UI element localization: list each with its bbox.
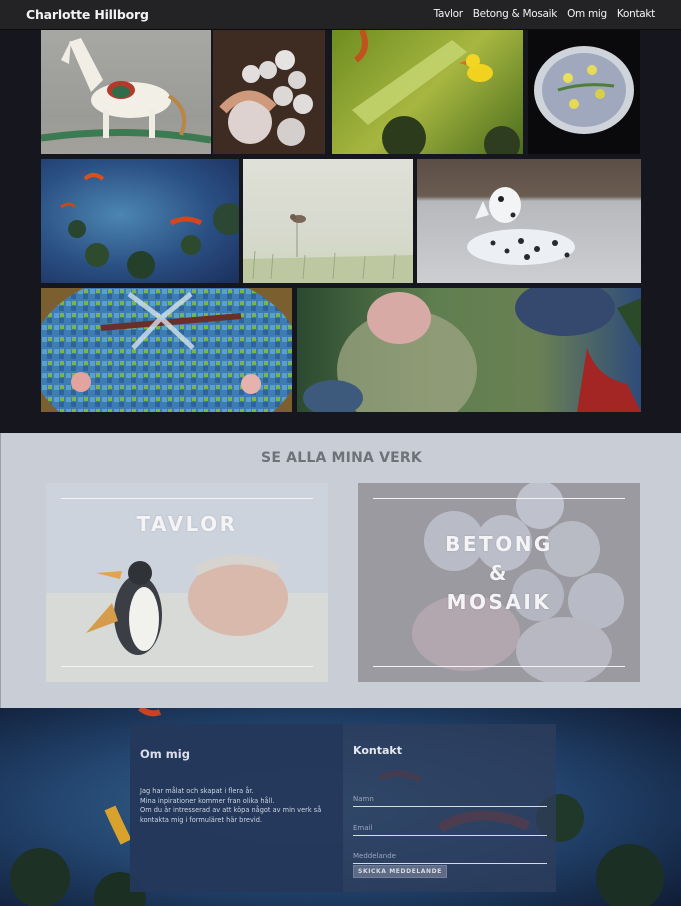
artwork-gallery	[0, 30, 681, 433]
contact-heading: Kontakt	[353, 744, 402, 757]
gallery-tile-lily-pad-duck[interactable]	[332, 30, 523, 154]
woman-pond-image	[303, 288, 641, 412]
top-navbar: Charlotte Hillborg Tavlor Betong & Mosai…	[0, 0, 681, 30]
nav-link-betong-mosaik[interactable]: Betong & Mosaik	[473, 8, 558, 20]
lily-pad-duck-image	[352, 30, 520, 154]
nav-link-kontakt[interactable]: Kontakt	[617, 8, 655, 20]
email-input[interactable]	[353, 821, 547, 836]
gallery-tile-koi-pond[interactable]	[41, 159, 239, 283]
works-heading: SE ALLA MINA VERK	[261, 450, 422, 466]
message-input[interactable]	[353, 849, 547, 864]
card-title-mosaik: MOSAIK	[446, 590, 552, 614]
card-title-betong: BETONG	[445, 532, 553, 556]
gallery-tile-meadow-bird[interactable]	[243, 159, 413, 283]
name-input[interactable]	[353, 792, 547, 807]
koi-pond-image	[60, 173, 239, 279]
main-menu: Tavlor Betong & Mosaik Om mig Kontakt	[434, 8, 656, 20]
dalmatian-image	[467, 187, 575, 265]
card-bottom-line	[61, 666, 313, 667]
card-top-line	[373, 498, 625, 499]
about-heading: Om mig	[140, 747, 190, 761]
doll-heads-image	[213, 30, 325, 154]
card-tavlor[interactable]: TAVLOR	[46, 483, 328, 682]
gallery-tile-dalmatian[interactable]	[417, 159, 641, 283]
about-text: Jag har målat och skapat i flera år. Min…	[140, 787, 335, 825]
footer-section: Om mig Jag har målat och skapat i flera …	[0, 708, 681, 906]
gallery-tile-woman-pond[interactable]	[297, 288, 641, 412]
contact-panel: Kontakt SKICKA MEDDELANDE	[343, 724, 556, 892]
about-line-2: Mina inpirationer kommer fran olika håll…	[140, 796, 275, 805]
card-title-ampersand: &	[489, 561, 509, 585]
nav-link-tavlor[interactable]: Tavlor	[434, 8, 463, 20]
gallery-tile-doll-heads[interactable]	[213, 30, 325, 154]
works-section: SE ALLA MINA VERK TAVLOR BETONG & MOSAIK	[0, 433, 681, 708]
gallery-tile-rocking-horse[interactable]	[41, 30, 211, 154]
dragonfly-mosaic-image	[41, 288, 292, 412]
card-bottom-line	[373, 666, 625, 667]
site-brand[interactable]: Charlotte Hillborg	[26, 7, 149, 22]
mosaic-plate-image	[534, 46, 634, 134]
rocking-horse-image	[41, 38, 211, 144]
about-line-1: Jag har målat och skapat i flera år.	[140, 787, 254, 795]
card-betong-mosaik[interactable]: BETONG & MOSAIK	[358, 483, 640, 682]
meadow-bird-image	[243, 214, 413, 283]
gallery-tile-dragonfly-mosaic[interactable]	[41, 288, 292, 412]
card-top-line	[61, 498, 313, 499]
card-title-tavlor: TAVLOR	[136, 512, 238, 536]
about-panel: Om mig Jag har målat och skapat i flera …	[130, 724, 343, 892]
gallery-tile-mosaic-plate[interactable]	[528, 30, 640, 154]
about-line-3: Om du är intresserad av att köpa något a…	[140, 806, 322, 824]
nav-link-om-mig[interactable]: Om mig	[567, 8, 607, 20]
send-message-button[interactable]: SKICKA MEDDELANDE	[353, 865, 447, 878]
